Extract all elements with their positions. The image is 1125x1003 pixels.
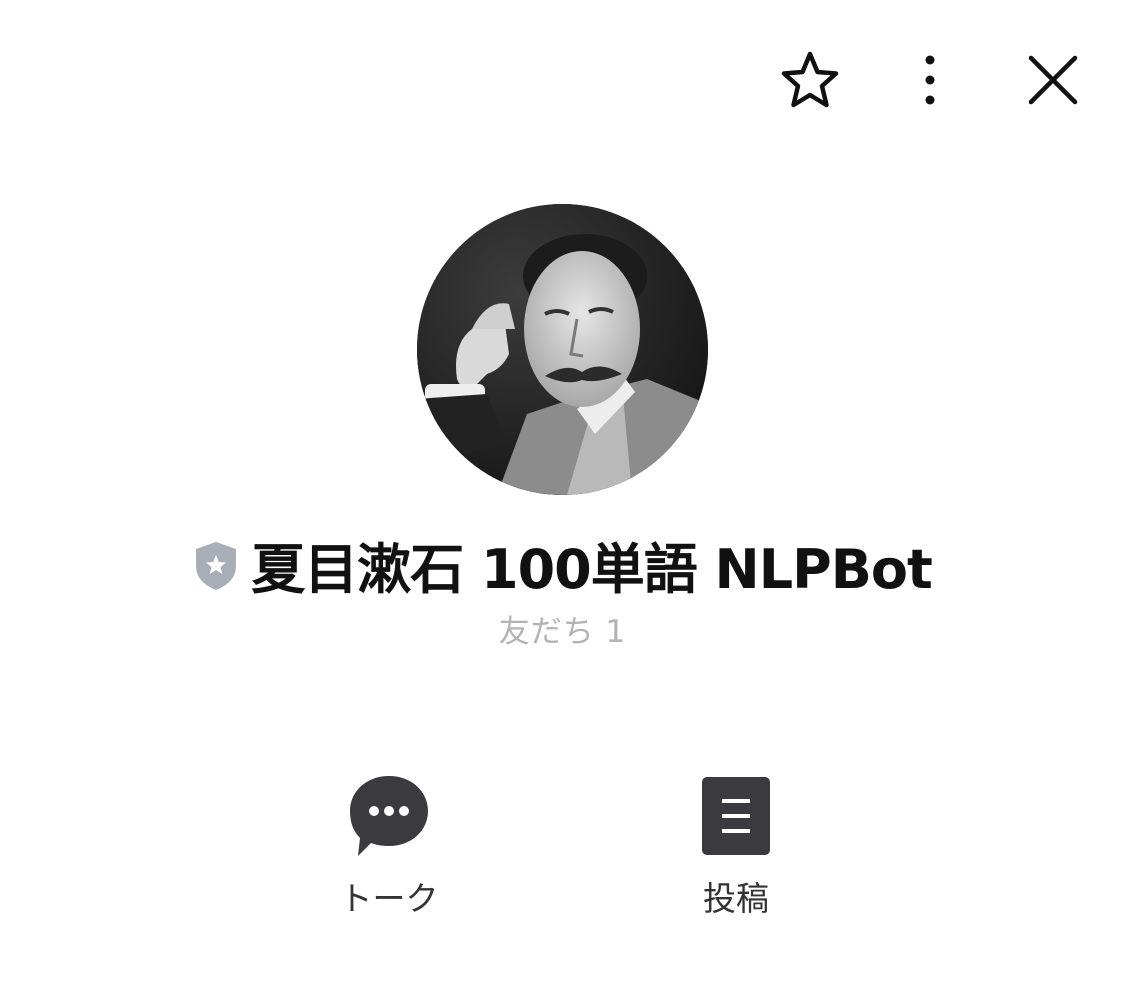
profile-name: 夏目漱石 100単語 NLPBot — [251, 537, 933, 601]
more-options-button[interactable] — [892, 42, 968, 118]
close-button[interactable] — [1015, 42, 1091, 118]
post-label: 投稿 — [703, 879, 769, 918]
more-vertical-icon — [925, 55, 935, 105]
friends-count[interactable]: 友だち 1 — [0, 606, 1125, 651]
talk-button[interactable]: トーク — [289, 774, 489, 920]
talk-label: トーク — [339, 879, 439, 918]
shield-star-icon — [196, 542, 237, 590]
favorite-button[interactable] — [772, 42, 848, 118]
post-document-icon — [702, 777, 770, 855]
avatar-portrait-image — [417, 204, 708, 495]
post-button[interactable]: 投稿 — [636, 774, 836, 920]
chat-bubble-icon — [350, 776, 428, 856]
star-icon — [781, 51, 839, 108]
profile-title-row: 夏目漱石 100単語 NLPBot — [0, 526, 1125, 602]
close-icon — [1028, 55, 1078, 105]
profile-avatar[interactable] — [417, 204, 708, 495]
